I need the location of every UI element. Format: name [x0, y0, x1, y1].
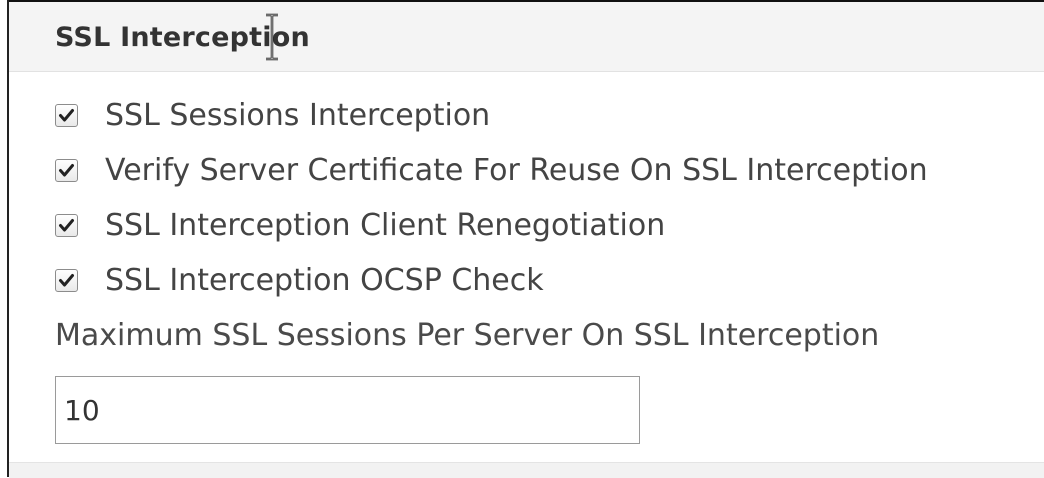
section-header[interactable]: SSL Interception [9, 0, 1044, 72]
checkbox-verify-server-certificate[interactable] [55, 159, 78, 182]
checkmark-icon [59, 109, 74, 122]
next-section-strip [9, 462, 1044, 478]
option-label: SSL Interception Client Renegotiation [105, 208, 666, 243]
ssl-interception-panel: SSL Interception SSL Sessions Intercepti… [7, 0, 1044, 478]
checkbox-ssl-sessions-interception[interactable] [55, 104, 78, 127]
max-sessions-input[interactable] [55, 376, 640, 444]
option-verify-server-certificate[interactable]: Verify Server Certificate For Reuse On S… [55, 143, 1044, 198]
text-cursor-icon [266, 13, 278, 61]
option-client-renegotiation[interactable]: SSL Interception Client Renegotiation [55, 198, 1044, 253]
checkbox-ocsp-check[interactable] [55, 269, 78, 292]
option-label: SSL Sessions Interception [105, 98, 491, 133]
checkmark-icon [59, 219, 74, 232]
max-sessions-label: Maximum SSL Sessions Per Server On SSL I… [55, 318, 880, 353]
option-ssl-sessions-interception[interactable]: SSL Sessions Interception [55, 88, 1044, 143]
option-ocsp-check[interactable]: SSL Interception OCSP Check [55, 253, 1044, 308]
option-label: SSL Interception OCSP Check [105, 263, 544, 298]
checkbox-client-renegotiation[interactable] [55, 214, 78, 237]
option-label: Verify Server Certificate For Reuse On S… [105, 153, 928, 188]
checkmark-icon [59, 164, 74, 177]
checkmark-icon [59, 274, 74, 287]
options-list: SSL Sessions Interception Verify Server … [55, 88, 1044, 308]
